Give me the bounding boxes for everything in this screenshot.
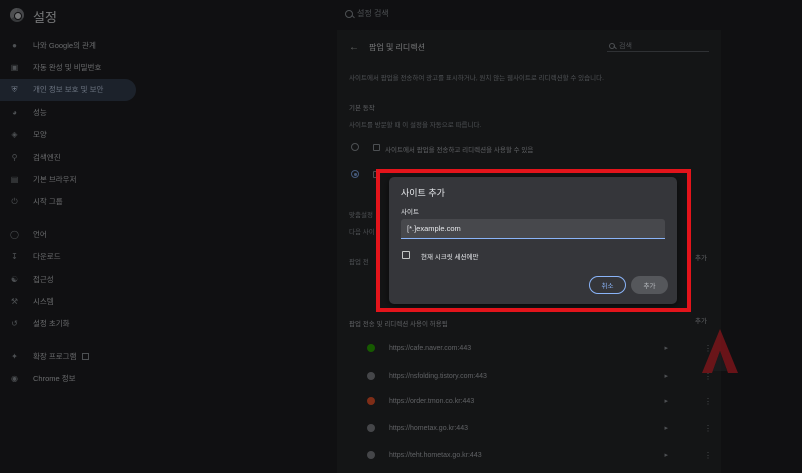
highlight-box [376, 169, 691, 312]
watermark-logo [702, 329, 738, 373]
